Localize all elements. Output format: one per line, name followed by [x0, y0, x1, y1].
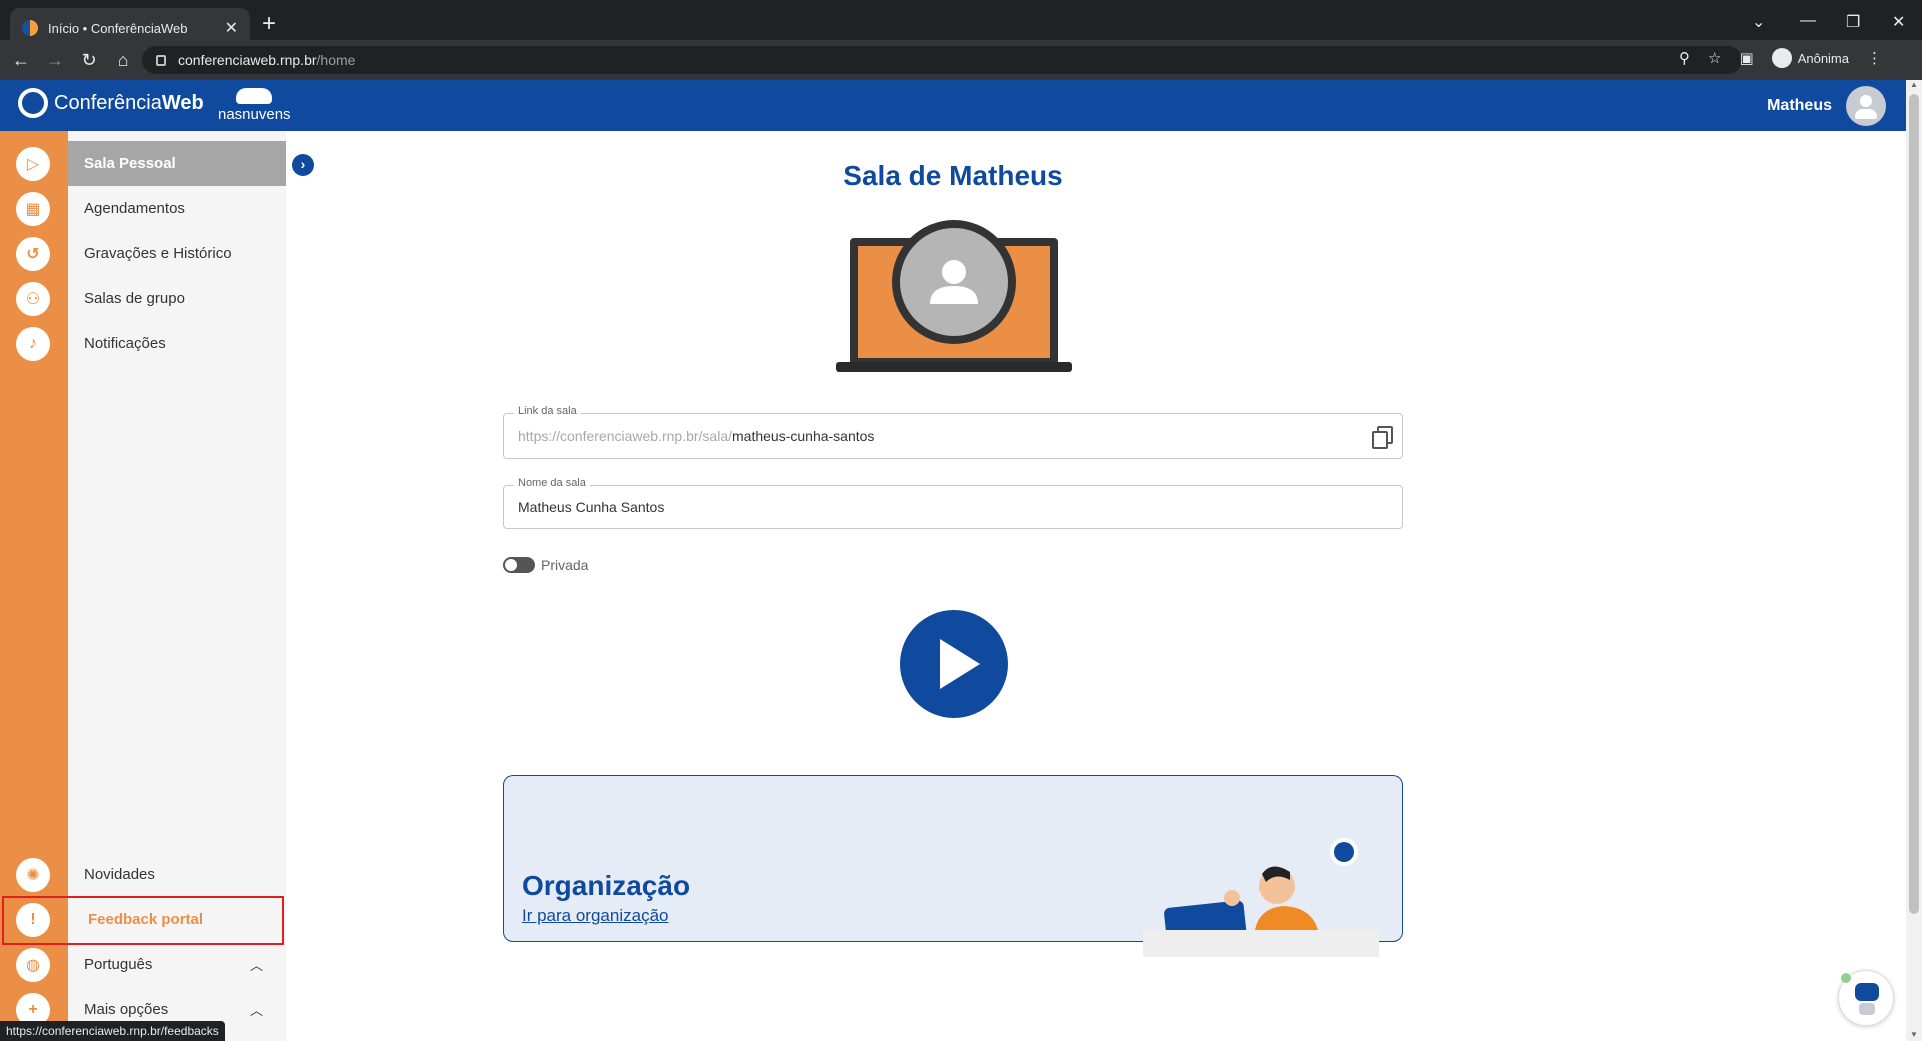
- home-icon[interactable]: ⌂: [110, 50, 136, 71]
- lock-icon[interactable]: [156, 54, 166, 66]
- scroll-up-icon[interactable]: ▲: [1909, 80, 1919, 89]
- page-scrollbar[interactable]: ▲ ▼: [1906, 80, 1922, 1041]
- organization-card[interactable]: Organização Ir para organização: [503, 775, 1403, 942]
- room-avatar-illustration: [836, 220, 1072, 372]
- zoom-icon[interactable]: ⚲: [1679, 49, 1690, 67]
- bookmark-star-icon[interactable]: ☆: [1708, 49, 1721, 67]
- online-status-icon: [1841, 973, 1851, 983]
- private-toggle-label: Privada: [541, 557, 589, 573]
- tab-close-icon[interactable]: ✕: [225, 18, 238, 38]
- nasnuvens-logo: nasnuvens: [218, 88, 291, 123]
- status-url-tooltip: https://conferenciaweb.rnp.br/feedbacks: [0, 1021, 225, 1041]
- incognito-icon: [1771, 48, 1792, 68]
- copy-icon[interactable]: [1372, 426, 1393, 449]
- feedback-icon: !: [16, 902, 50, 937]
- sidebar-item-salas-de-grupo[interactable]: ⚇ Salas de grupo: [0, 276, 286, 321]
- sidebar-item-label: Sala Pessoal: [84, 155, 176, 172]
- room-link-field[interactable]: Link da sala https://conferenciaweb.rnp.…: [503, 405, 1403, 459]
- reload-icon[interactable]: ↻: [76, 50, 102, 71]
- scroll-down-icon[interactable]: ▼: [1909, 1030, 1919, 1039]
- new-tab-icon[interactable]: +: [262, 12, 276, 36]
- sidebar-item-label: Notificações: [84, 335, 166, 352]
- group-icon: ⚇: [16, 281, 50, 316]
- organization-link[interactable]: Ir para organização: [522, 906, 668, 926]
- sidebar-item-feedback-portal[interactable]: ! Feedback portal: [0, 897, 286, 942]
- sidebar-item-label: Feedback portal: [88, 911, 204, 928]
- history-icon: ↺: [16, 236, 50, 271]
- tab-title: Início • ConferênciaWeb: [48, 20, 188, 36]
- calendar-icon: ▦: [16, 191, 50, 226]
- globe-icon: ◍: [16, 947, 50, 982]
- organization-title: Organização: [522, 870, 691, 901]
- sidebar-item-label: Novidades: [84, 866, 155, 883]
- room-link-prefix: https://conferenciaweb.rnp.br/sala/: [518, 428, 733, 444]
- window-close-icon[interactable]: ✕: [1892, 12, 1905, 32]
- logo-text-light: Conferência: [54, 91, 162, 114]
- cloud-icon: [236, 88, 273, 104]
- sidebar-item-agendamentos[interactable]: ▦ Agendamentos: [0, 186, 286, 231]
- sidebar-item-label: Mais opções: [84, 1001, 169, 1018]
- browser-menu-icon[interactable]: ⋮: [1867, 49, 1882, 67]
- sidebar-collapse-button[interactable]: ›: [292, 154, 314, 176]
- page-title: Sala de Matheus: [843, 160, 1063, 191]
- conferenciaweb-logo[interactable]: Conferência Web: [18, 88, 204, 118]
- site-favicon-icon: [22, 20, 38, 36]
- sidebar-item-notificacoes[interactable]: ♪ Notificações: [0, 321, 286, 366]
- room-name-label: Nome da sala: [514, 477, 590, 489]
- profile-label: Anônima: [1797, 50, 1849, 66]
- room-name-value[interactable]: Matheus Cunha Santos: [518, 499, 664, 515]
- app-header: Conferência Web nasnuvens Matheus: [0, 80, 1906, 131]
- room-link-label: Link da sala: [514, 405, 581, 417]
- chevron-up-icon[interactable]: ︿: [250, 1000, 263, 1019]
- url-path: /home: [316, 52, 356, 68]
- sidebar-item-gravacoes[interactable]: ↺ Gravações e Histórico: [0, 231, 286, 276]
- logo-text-bold: Web: [161, 91, 204, 114]
- room-name-field[interactable]: Nome da sala Matheus Cunha Santos: [503, 477, 1403, 529]
- sidebar-item-novidades[interactable]: ✺ Novidades: [0, 852, 286, 897]
- chevron-up-icon[interactable]: ︿: [250, 955, 263, 974]
- sidebar-item-language[interactable]: ◍ Português ︿: [0, 942, 286, 987]
- sidebar-item-label: Salas de grupo: [84, 290, 185, 307]
- url-host: conferenciaweb.rnp.br: [178, 52, 317, 68]
- private-toggle[interactable]: Privada: [503, 557, 588, 573]
- card-footer-shadow: [1143, 930, 1379, 957]
- toggle-switch[interactable]: [503, 557, 535, 573]
- start-room-play-button[interactable]: [900, 610, 1008, 718]
- sidebar-item-label: Português: [84, 956, 153, 973]
- person-at-computer-illustration: [1164, 838, 1358, 941]
- tab-search-icon[interactable]: ⌄: [1752, 12, 1765, 32]
- address-bar[interactable]: conferenciaweb.rnp.br/home: [142, 46, 1742, 74]
- sidebar-item-label: Agendamentos: [84, 200, 185, 217]
- scrollbar-thumb[interactable]: [1909, 94, 1919, 914]
- room-link-slug[interactable]: matheus-cunha-santos: [732, 428, 874, 444]
- partner-logo-text: nasnuvens: [218, 106, 291, 123]
- incognito-profile-button[interactable]: Anônima: [1771, 48, 1849, 68]
- avatar[interactable]: [1846, 86, 1886, 126]
- toolbar-actions: ⚲ ☆ ▣ Anônima ⋮: [1679, 48, 1882, 68]
- logo-mark-icon: [18, 88, 48, 118]
- restore-icon[interactable]: ❐: [1846, 12, 1860, 32]
- user-menu[interactable]: Matheus: [1767, 86, 1886, 126]
- bell-icon: ♪: [16, 326, 50, 361]
- chatbot-assistant-icon[interactable]: [1838, 970, 1894, 1026]
- play-icon: ▷: [16, 146, 50, 181]
- minimize-icon[interactable]: —: [1800, 12, 1816, 30]
- sidebar-item-sala-pessoal[interactable]: ▷ Sala Pessoal: [0, 141, 286, 186]
- forward-icon[interactable]: →: [42, 50, 68, 71]
- browser-toolbar: ← → ↻ ⌂ conferenciaweb.rnp.br/home: [0, 40, 1922, 80]
- sidebar-item-label: Gravações e Histórico: [84, 245, 232, 262]
- lightbulb-icon: ✺: [16, 857, 50, 892]
- side-panel-icon[interactable]: ▣: [1740, 49, 1754, 67]
- back-icon[interactable]: ←: [8, 50, 34, 71]
- user-name: Matheus: [1767, 97, 1832, 114]
